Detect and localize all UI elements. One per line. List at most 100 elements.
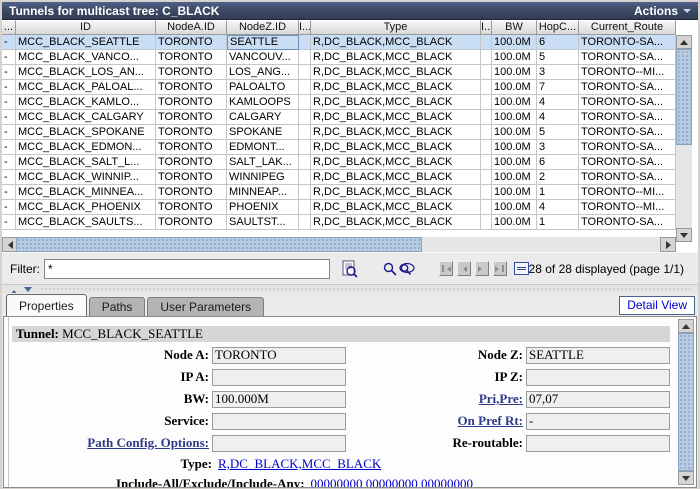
table-cell[interactable]: SALT_LAK... [227, 155, 299, 170]
table-cell[interactable]: 5 [537, 50, 579, 65]
table-cell[interactable] [481, 215, 492, 230]
scrollbar-thumb[interactable] [678, 333, 694, 471]
table-cell[interactable]: MCC_BLACK_VANCO... [16, 50, 156, 65]
table-row[interactable]: - MCC_BLACK_SEATTLE TORONTO SEATTLE R,DC_BLA… [2, 35, 676, 50]
table-cell[interactable]: SAULTST... [227, 215, 299, 230]
table-cell[interactable]: TORONTO [156, 50, 227, 65]
scroll-down-button[interactable] [676, 228, 692, 242]
table-cell[interactable]: TORONTO-SA... [579, 125, 676, 140]
table-cell[interactable]: 100.0M [492, 50, 537, 65]
column-header[interactable]: NodeA.ID [156, 20, 227, 35]
table-cell[interactable] [481, 140, 492, 155]
column-header[interactable]: HopC... [537, 20, 579, 35]
table-cell[interactable]: - [2, 35, 16, 50]
field-label-on-pref-rt[interactable]: On Pref Rt: [374, 413, 526, 429]
table-cell[interactable]: 100.0M [492, 215, 537, 230]
field-value-service[interactable] [212, 412, 346, 430]
table-cell[interactable] [481, 170, 492, 185]
table-cell[interactable] [299, 110, 311, 125]
table-cell[interactable]: MCC_BLACK_KAMLO... [16, 95, 156, 110]
table-cell[interactable]: TORONTO [156, 185, 227, 200]
table-cell[interactable]: 1 [537, 185, 579, 200]
table-cell[interactable]: TORONTO [156, 35, 227, 50]
table-cell[interactable]: - [2, 110, 16, 125]
table-cell[interactable] [481, 65, 492, 80]
table-cell[interactable]: 2 [537, 170, 579, 185]
table-cell[interactable]: 100.0M [492, 140, 537, 155]
table-row[interactable]: - MCC_BLACK_MINNEA... TORONTO MINNEAP... R,D… [2, 185, 676, 200]
field-value-pri-pre[interactable]: 07,07 [526, 390, 670, 408]
column-header[interactable]: ... [2, 20, 16, 35]
table-cell[interactable]: MINNEAP... [227, 185, 299, 200]
table-cell[interactable] [299, 35, 311, 50]
field-value-bw[interactable]: 100.000M [212, 390, 346, 408]
table-cell[interactable]: - [2, 140, 16, 155]
table-cell[interactable]: CALGARY [227, 110, 299, 125]
table-row[interactable]: - MCC_BLACK_PALOAL... TORONTO PALOALTO R,DC_… [2, 80, 676, 95]
last-page-button[interactable] [492, 261, 507, 276]
table-cell[interactable] [299, 125, 311, 140]
table-cell[interactable]: MCC_BLACK_SALT_L... [16, 155, 156, 170]
table-cell[interactable] [299, 65, 311, 80]
actions-menu-button[interactable]: Actions [634, 4, 691, 18]
filter-input[interactable] [44, 258, 330, 279]
scroll-up-button[interactable] [676, 35, 692, 49]
table-cell[interactable]: 100.0M [492, 200, 537, 215]
column-header[interactable]: I... [299, 20, 311, 35]
field-value-re-routable[interactable] [526, 434, 670, 452]
table-cell[interactable]: VANCOUV... [227, 50, 299, 65]
table-cell[interactable]: TORONTO-SA... [579, 140, 676, 155]
table-cell[interactable] [481, 35, 492, 50]
column-header[interactable]: Type [311, 20, 481, 35]
table-cell[interactable]: R,DC_BLACK,MCC_BLACK [311, 110, 481, 125]
table-cell[interactable]: WINNIPEG [227, 170, 299, 185]
table-cell[interactable]: R,DC_BLACK,MCC_BLACK [311, 95, 481, 110]
table-cell[interactable]: TORONTO [156, 125, 227, 140]
table-cell[interactable]: TORONTO [156, 140, 227, 155]
table-cell[interactable]: - [2, 80, 16, 95]
table-cell[interactable] [299, 215, 311, 230]
table-cell[interactable]: 100.0M [492, 185, 537, 200]
detail-view-button[interactable]: Detail View [619, 296, 695, 315]
table-cell[interactable]: MCC_BLACK_PALOAL... [16, 80, 156, 95]
column-header[interactable]: ID [16, 20, 156, 35]
table-cell[interactable] [299, 155, 311, 170]
properties-vertical-scrollbar[interactable] [678, 319, 694, 485]
pane-splitter[interactable] [2, 284, 698, 295]
table-cell[interactable]: TORONTO--MI... [579, 200, 676, 215]
table-cell[interactable] [481, 155, 492, 170]
table-cell[interactable] [481, 125, 492, 140]
table-cell[interactable]: TORONTO--MI... [579, 185, 676, 200]
table-cell[interactable]: 100.0M [492, 65, 537, 80]
table-row[interactable]: - MCC_BLACK_LOS_AN... TORONTO LOS_ANG... R,D… [2, 65, 676, 80]
field-value-path-config-options[interactable] [212, 434, 346, 452]
table-cell[interactable]: - [2, 125, 16, 140]
table-cell[interactable] [299, 200, 311, 215]
table-cell[interactable]: - [2, 170, 16, 185]
table-cell[interactable]: MCC_BLACK_SPOKANE [16, 125, 156, 140]
table-cell[interactable]: TORONTO-SA... [579, 110, 676, 125]
table-cell[interactable]: 7 [537, 80, 579, 95]
table-cell[interactable]: TORONTO [156, 65, 227, 80]
table-cell[interactable]: TORONTO-SA... [579, 170, 676, 185]
table-cell[interactable] [299, 50, 311, 65]
table-cell[interactable]: 4 [537, 110, 579, 125]
field-value-on-pref-rt[interactable]: - [526, 412, 670, 430]
table-cell[interactable]: TORONTO-SA... [579, 215, 676, 230]
field-label-path-config-options[interactable]: Path Config. Options: [12, 435, 212, 451]
table-cell[interactable]: TORONTO--MI... [579, 65, 676, 80]
scrollbar-thumb[interactable] [16, 237, 422, 252]
splitter-grip[interactable] [40, 288, 692, 290]
table-row[interactable]: - MCC_BLACK_EDMON... TORONTO EDMONT... R,DC_… [2, 140, 676, 155]
table-cell[interactable]: TORONTO [156, 155, 227, 170]
table-cell[interactable]: 3 [537, 140, 579, 155]
column-header[interactable]: NodeZ.ID [227, 20, 299, 35]
table-cell[interactable]: - [2, 200, 16, 215]
table-cell[interactable]: TORONTO [156, 95, 227, 110]
search-icon[interactable] [381, 259, 399, 279]
type-value-link[interactable]: R,DC_BLACK,MCC_BLACK [218, 456, 381, 472]
field-value-ip-z[interactable] [526, 368, 670, 386]
table-cell[interactable]: - [2, 155, 16, 170]
table-cell[interactable]: TORONTO [156, 200, 227, 215]
table-cell[interactable]: PALOALTO [227, 80, 299, 95]
